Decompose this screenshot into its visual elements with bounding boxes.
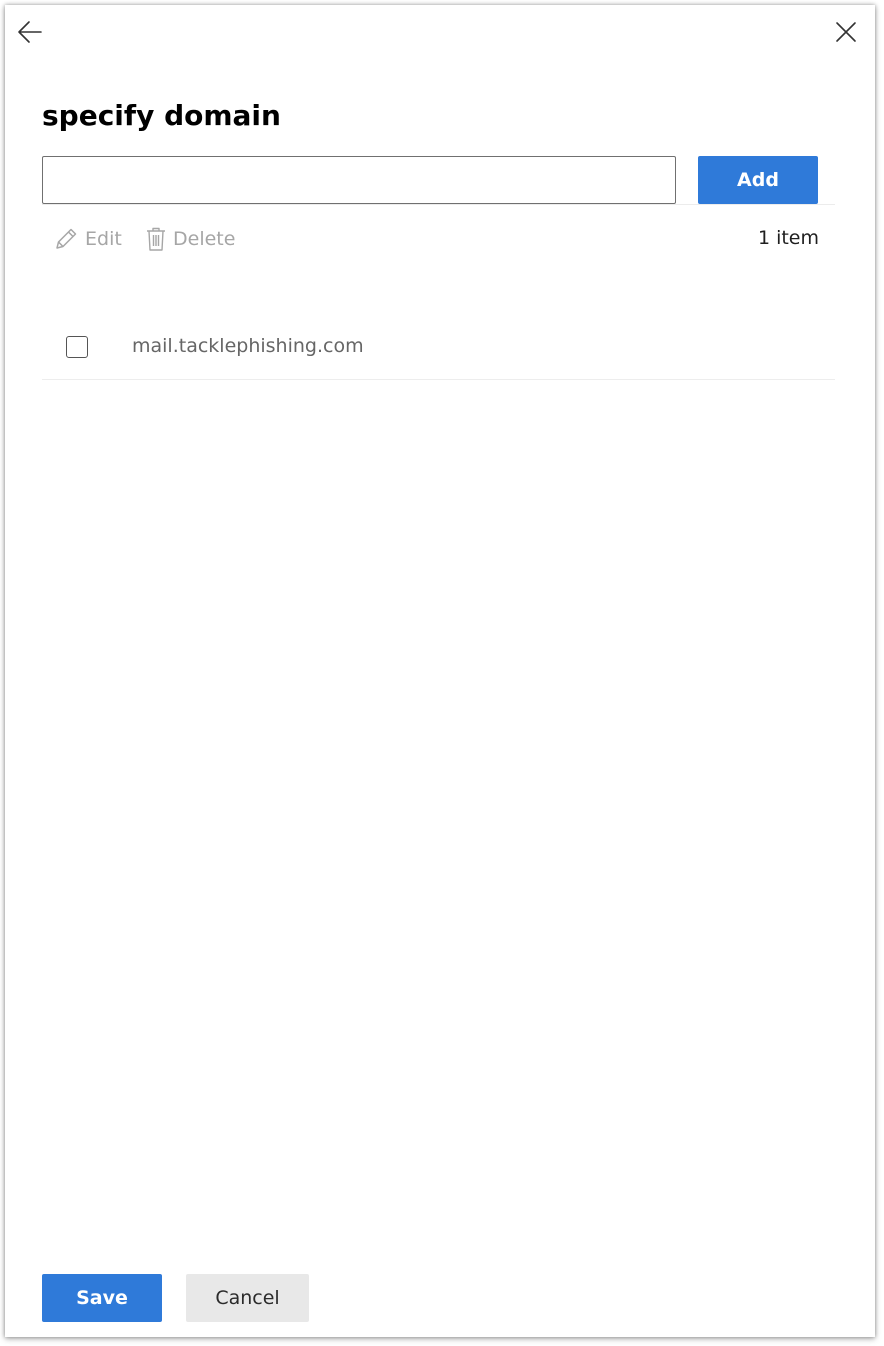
delete-button[interactable]: Delete: [145, 224, 235, 254]
back-button[interactable]: [14, 16, 46, 48]
delete-label: Delete: [173, 228, 236, 250]
item-count: 1 item: [757, 227, 819, 249]
list-item: mail.tacklephishing.com: [42, 317, 835, 380]
dialog-panel: specify domain Add Edit Delete 1 item ma…: [5, 5, 875, 1337]
edit-label: Edit: [85, 228, 122, 250]
save-button[interactable]: Save: [42, 1274, 162, 1322]
edit-button[interactable]: Edit: [53, 224, 122, 254]
close-icon: [836, 22, 856, 42]
divider: [42, 204, 835, 205]
page-title: specify domain: [42, 99, 281, 132]
add-button[interactable]: Add: [698, 156, 818, 204]
domain-label: mail.tacklephishing.com: [132, 335, 364, 357]
trash-icon: [147, 227, 165, 251]
pencil-icon: [56, 228, 77, 249]
cancel-button[interactable]: Cancel: [186, 1274, 309, 1322]
domain-input[interactable]: [42, 156, 676, 204]
item-checkbox[interactable]: [66, 336, 88, 358]
arrow-left-icon: [18, 21, 42, 43]
close-button[interactable]: [830, 16, 862, 48]
